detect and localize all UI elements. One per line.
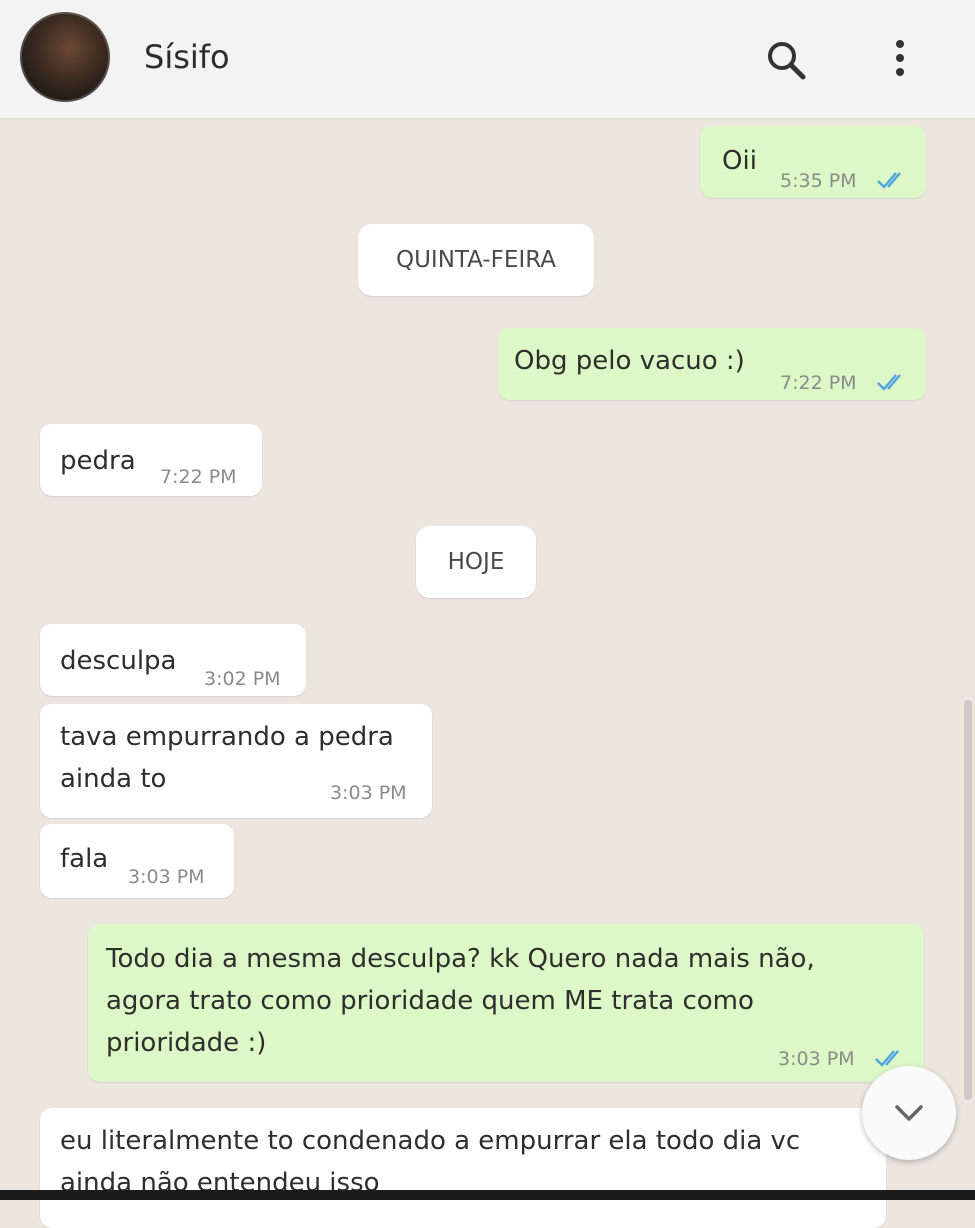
message-text-line: eu literalmente to condenado a empurrar …: [60, 1126, 801, 1156]
message-outgoing[interactable]: Oii 5:35 PM: [700, 126, 926, 198]
message-time: 3:03 PM: [778, 1048, 855, 1070]
chevron-down-icon: [895, 1105, 923, 1121]
message-incoming[interactable]: fala 3:03 PM: [40, 824, 234, 898]
read-ticks-icon: [877, 172, 901, 189]
message-incoming[interactable]: eu literalmente to condenado a empurrar …: [40, 1108, 886, 1228]
message-text-line: agora trato como prioridade quem ME trat…: [106, 986, 754, 1016]
message-outgoing[interactable]: Obg pelo vacuo :) 7:22 PM: [498, 328, 926, 400]
message-text-line: Todo dia a mesma desculpa? kk Quero nada…: [106, 944, 815, 974]
chat-header: Sísifo: [0, 0, 975, 118]
contact-name[interactable]: Sísifo: [144, 38, 230, 76]
message-outgoing[interactable]: Todo dia a mesma desculpa? kk Quero nada…: [88, 924, 924, 1082]
message-text: pedra: [60, 446, 136, 476]
message-text: desculpa: [60, 646, 177, 676]
message-time: 3:02 PM: [204, 668, 281, 690]
message-text: Oii: [722, 146, 757, 176]
message-text-line: prioridade :): [106, 1028, 267, 1058]
more-vertical-icon[interactable]: [878, 38, 922, 82]
contact-avatar[interactable]: [20, 12, 110, 102]
message-time: 5:35 PM: [780, 170, 857, 192]
read-ticks-icon: [875, 1050, 899, 1067]
scrollbar[interactable]: [964, 700, 972, 1100]
search-icon[interactable]: [764, 38, 808, 82]
message-time: 7:22 PM: [160, 466, 237, 488]
read-ticks-icon: [877, 374, 901, 391]
message-text-line: tava empurrando a pedra: [60, 722, 394, 752]
message-time: 3:03 PM: [330, 782, 407, 804]
date-divider: HOJE: [416, 526, 536, 598]
message-text: Obg pelo vacuo :): [514, 346, 745, 376]
date-divider: QUINTA-FEIRA: [358, 224, 594, 296]
message-incoming[interactable]: tava empurrando a pedra ainda to 3:03 PM: [40, 704, 432, 818]
message-text-line: ainda to: [60, 764, 167, 794]
message-time: 7:22 PM: [780, 372, 857, 394]
message-text: fala: [60, 844, 109, 874]
message-list: Oii 5:35 PM QUINTA-FEIRA Obg pelo vacuo …: [0, 118, 975, 1228]
message-incoming[interactable]: desculpa 3:02 PM: [40, 624, 306, 696]
scroll-to-bottom-button[interactable]: [862, 1066, 956, 1160]
message-time: 3:03 PM: [128, 866, 205, 888]
screen-bottom-edge: [0, 1190, 975, 1200]
message-incoming[interactable]: pedra 7:22 PM: [40, 424, 262, 496]
